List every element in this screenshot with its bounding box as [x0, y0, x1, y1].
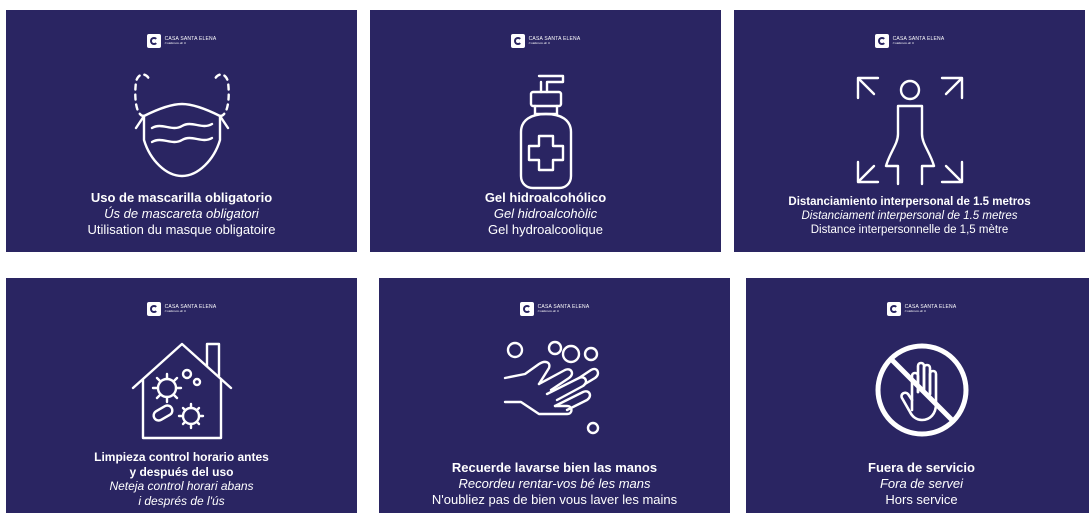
sign-card-out-of-service: CASA SANTA ELENA Cuidamos de ti Fuera de… [746, 278, 1089, 513]
title-es-line1: Limpieza control horario antes [94, 450, 269, 464]
title-fr: Gel hydroalcoolique [488, 221, 603, 237]
brand-tagline: Cuidamos de ti [904, 308, 926, 313]
brand-logo-icon [146, 34, 161, 48]
title-ca: Gel hidroalcohòlic [493, 205, 598, 221]
no-touch-icon [746, 340, 1089, 440]
brand-logo-icon [519, 302, 534, 316]
brand-tagline: Cuidamos de ti [164, 308, 186, 313]
title-ca-line2: i després de l'ús [138, 493, 225, 508]
title-es: Uso de mascarilla obligatorio [90, 190, 273, 205]
title-fr: Utilisation du masque obligatoire [87, 221, 276, 237]
title-ca: Fora de servei [879, 475, 964, 491]
title-es: Fuera de servicio [868, 460, 975, 475]
title-ca-line1: Neteja control horari abans [109, 479, 254, 494]
title-ca: Recordeu rentar-vos bé les mans [458, 475, 651, 491]
title-fr: Hors service [885, 491, 958, 507]
title-es: Gel hidroalcohólico [484, 190, 607, 205]
title-es: Distanciamiento interpersonal de 1.5 met… [788, 196, 1031, 208]
brand-logo: CASA SANTA ELENA Cuidamos de ti [6, 302, 357, 316]
brand-logo-icon [886, 302, 901, 316]
brand-tagline: Cuidamos de ti [164, 40, 186, 45]
title-ca: Ús de mascareta obligatori [104, 205, 259, 221]
brand-tagline: Cuidamos de ti [528, 40, 550, 45]
brand-logo: CASA SANTA ELENA Cuidamos de ti [379, 302, 730, 316]
house-virus-icon [6, 338, 357, 443]
brand-logo: CASA SANTA ELENA Cuidamos de ti [746, 302, 1089, 316]
brand-logo-icon [146, 302, 161, 316]
title-fr: Distance interpersonnelle de 1,5 mètre [810, 224, 1009, 237]
title-es: Recuerde lavarse bien las manos [451, 460, 658, 475]
brand-logo-icon [874, 34, 889, 48]
sign-card-handwashing: CASA SANTA ELENA Cuidamos de ti Recuerde… [379, 278, 730, 513]
sign-card-gel: CASA SANTA ELENA Cuidamos de ti Gel hidr… [370, 10, 721, 252]
brand-logo: CASA SANTA ELENA Cuidamos de ti [370, 34, 721, 48]
title-es-line2: y después del uso [129, 464, 234, 479]
brand-tagline: Cuidamos de ti [892, 40, 914, 45]
brand-logo-icon [510, 34, 525, 48]
hand-washing-icon [379, 334, 730, 444]
social-distancing-icon [734, 70, 1085, 190]
brand-logo: CASA SANTA ELENA Cuidamos de ti [6, 34, 357, 48]
hand-sanitizer-icon [370, 72, 721, 192]
title-fr: N'oubliez pas de bien vous laver les mai… [431, 491, 678, 507]
title-ca: Distanciament interpersonal de 1.5 metre… [801, 210, 1018, 223]
sign-card-cleaning: CASA SANTA ELENA Cuidamos de ti Limpieza… [6, 278, 357, 513]
sign-card-distance: CASA SANTA ELENA Cuidamos de ti Distanci… [734, 10, 1085, 252]
sign-card-mask: CASA SANTA ELENA Cuidamos de ti Uso de m… [6, 10, 357, 252]
face-mask-icon [6, 68, 357, 188]
brand-tagline: Cuidamos de ti [537, 308, 559, 313]
brand-logo: CASA SANTA ELENA Cuidamos de ti [734, 34, 1085, 48]
